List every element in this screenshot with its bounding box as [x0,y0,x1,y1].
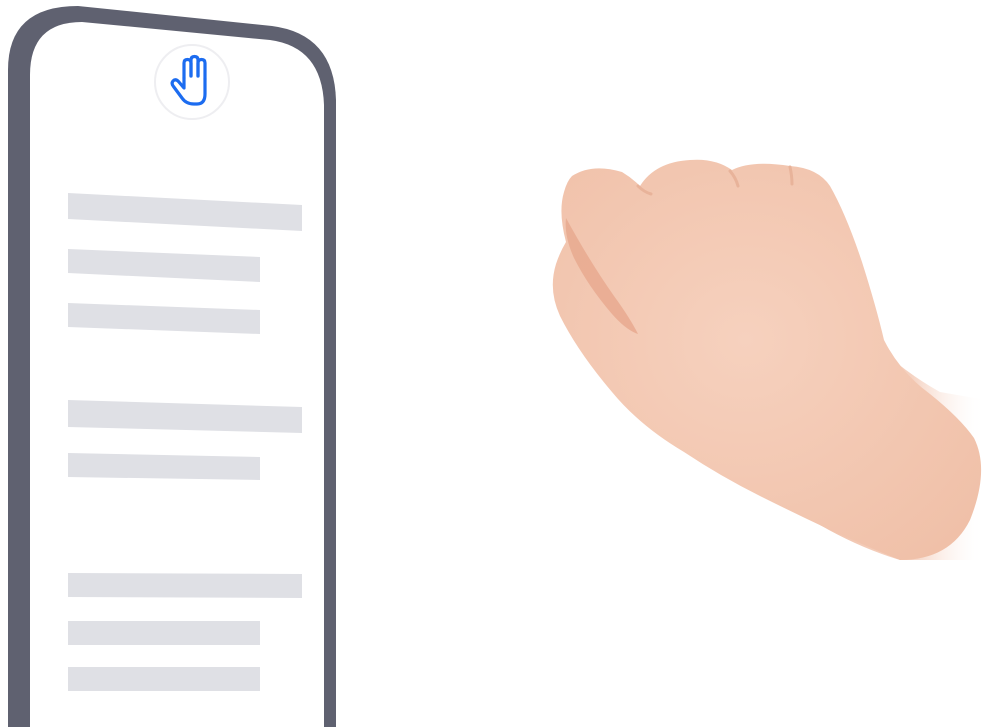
fist [552,159,982,560]
fist-illustration [552,159,986,560]
